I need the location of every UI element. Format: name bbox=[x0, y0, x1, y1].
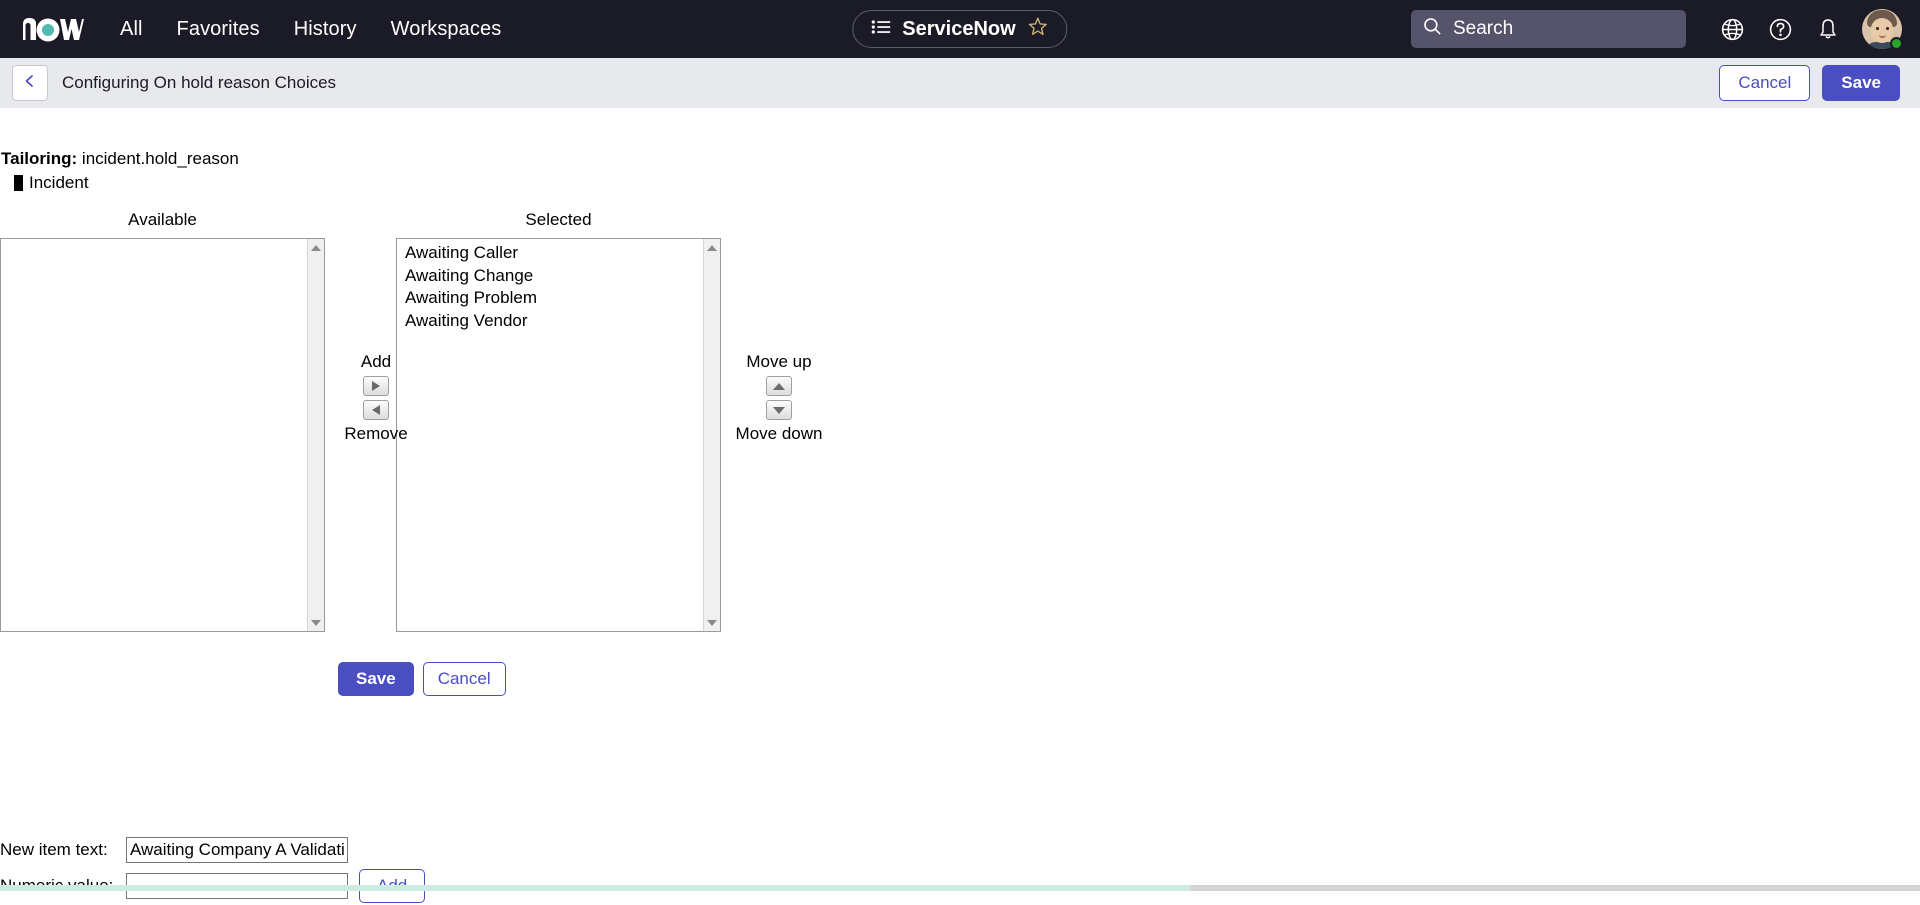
choices-cancel-button[interactable]: Cancel bbox=[422, 662, 506, 696]
tailoring-table-row: Incident bbox=[0, 173, 1920, 193]
arrow-up-icon bbox=[773, 382, 785, 390]
selected-scrollbar[interactable] bbox=[703, 239, 720, 631]
choices-save-button[interactable]: Save bbox=[338, 662, 414, 696]
search-icon bbox=[1423, 17, 1442, 41]
back-button[interactable] bbox=[12, 65, 48, 101]
square-bullet-icon bbox=[14, 175, 23, 191]
chevron-left-icon bbox=[22, 73, 38, 94]
move-up-label: Move up bbox=[746, 352, 812, 371]
presence-indicator bbox=[1890, 37, 1903, 50]
globe-icon[interactable] bbox=[1708, 7, 1756, 51]
search-input[interactable] bbox=[1453, 18, 1674, 40]
header-right-cluster bbox=[1411, 7, 1903, 51]
toolbar-actions: Cancel Save bbox=[1719, 65, 1900, 101]
list-item[interactable]: Awaiting Problem bbox=[401, 287, 703, 310]
help-circle-icon[interactable] bbox=[1756, 7, 1804, 51]
avatar-eye-left bbox=[1876, 27, 1879, 30]
bell-icon[interactable] bbox=[1804, 7, 1852, 51]
global-search[interactable] bbox=[1411, 10, 1686, 48]
available-listbox[interactable] bbox=[0, 238, 325, 632]
slushbucket-actions: Save Cancel bbox=[338, 662, 506, 696]
new-item-text-label: New item text: bbox=[0, 840, 108, 859]
scroll-down-arrow-icon[interactable] bbox=[308, 614, 325, 631]
avatar-eye-right bbox=[1886, 27, 1889, 30]
scroll-up-arrow-icon[interactable] bbox=[308, 239, 325, 256]
tailoring-label: Tailoring: bbox=[1, 149, 78, 168]
app-context-pill[interactable]: ServiceNow bbox=[852, 10, 1068, 48]
selected-listbox[interactable]: Awaiting Caller Awaiting Change Awaiting P… bbox=[396, 238, 721, 632]
nav-link-history[interactable]: History bbox=[294, 18, 357, 41]
toolbar-cancel-button[interactable]: Cancel bbox=[1719, 65, 1811, 101]
move-up-button[interactable] bbox=[766, 376, 792, 396]
move-down-label: Move down bbox=[735, 424, 823, 443]
add-remove-controls: Add Remove bbox=[330, 352, 422, 444]
list-item[interactable]: Awaiting Caller bbox=[401, 242, 703, 265]
tailoring-table-name: Incident bbox=[29, 173, 89, 192]
nav-link-all[interactable]: All bbox=[120, 18, 143, 41]
arrow-right-icon bbox=[372, 381, 380, 391]
available-scrollbar[interactable] bbox=[307, 239, 324, 631]
selected-items-container[interactable]: Awaiting Caller Awaiting Change Awaiting P… bbox=[397, 239, 703, 631]
add-button[interactable] bbox=[363, 376, 389, 396]
nav-link-favorites[interactable]: Favorites bbox=[177, 18, 260, 41]
available-list-header: Available bbox=[128, 210, 197, 229]
toolbar-save-button[interactable]: Save bbox=[1822, 65, 1900, 101]
available-items-container[interactable] bbox=[1, 239, 307, 631]
tailoring-info: Tailoring: incident.hold_reason bbox=[0, 108, 1920, 170]
primary-nav: All Favorites History Workspaces bbox=[120, 18, 501, 41]
scroll-down-arrow-icon[interactable] bbox=[704, 614, 721, 631]
remove-label: Remove bbox=[344, 424, 408, 443]
page-title: Configuring On hold reason Choices bbox=[62, 73, 337, 92]
global-header: All Favorites History Workspaces Service… bbox=[0, 0, 1920, 58]
nav-link-workspaces[interactable]: Workspaces bbox=[391, 18, 502, 41]
reorder-controls: Move up Move down bbox=[733, 352, 825, 444]
bottom-progress-strip bbox=[0, 885, 1920, 891]
move-down-button[interactable] bbox=[766, 400, 792, 420]
user-avatar[interactable] bbox=[1862, 9, 1903, 50]
scroll-up-arrow-icon[interactable] bbox=[704, 239, 721, 256]
selected-list-header: Selected bbox=[525, 210, 592, 229]
avatar-face bbox=[1871, 18, 1893, 43]
remove-button[interactable] bbox=[363, 400, 389, 420]
app-context-title: ServiceNow bbox=[902, 17, 1016, 40]
new-item-form: New item text: Numeric value: Add bbox=[0, 833, 426, 905]
list-menu-icon bbox=[871, 19, 891, 39]
new-item-text-row: New item text: bbox=[0, 833, 425, 867]
new-item-text-input[interactable] bbox=[126, 837, 348, 863]
list-item[interactable]: Awaiting Vendor bbox=[401, 310, 703, 333]
list-item[interactable]: Awaiting Change bbox=[401, 265, 703, 288]
choice-slushbucket: Available Selected Awaiting Caller Awaiti… bbox=[0, 210, 1920, 696]
star-outline-icon[interactable] bbox=[1028, 16, 1049, 42]
choice-config-frame: Tailoring: incident.hold_reason Incident… bbox=[0, 108, 1920, 903]
arrow-left-icon bbox=[372, 405, 380, 415]
arrow-down-icon bbox=[773, 406, 785, 414]
tailoring-value: incident.hold_reason bbox=[81, 149, 239, 168]
add-label: Add bbox=[360, 352, 392, 371]
now-logo[interactable] bbox=[22, 16, 84, 42]
page-toolbar: Configuring On hold reason Choices Cance… bbox=[0, 58, 1920, 108]
